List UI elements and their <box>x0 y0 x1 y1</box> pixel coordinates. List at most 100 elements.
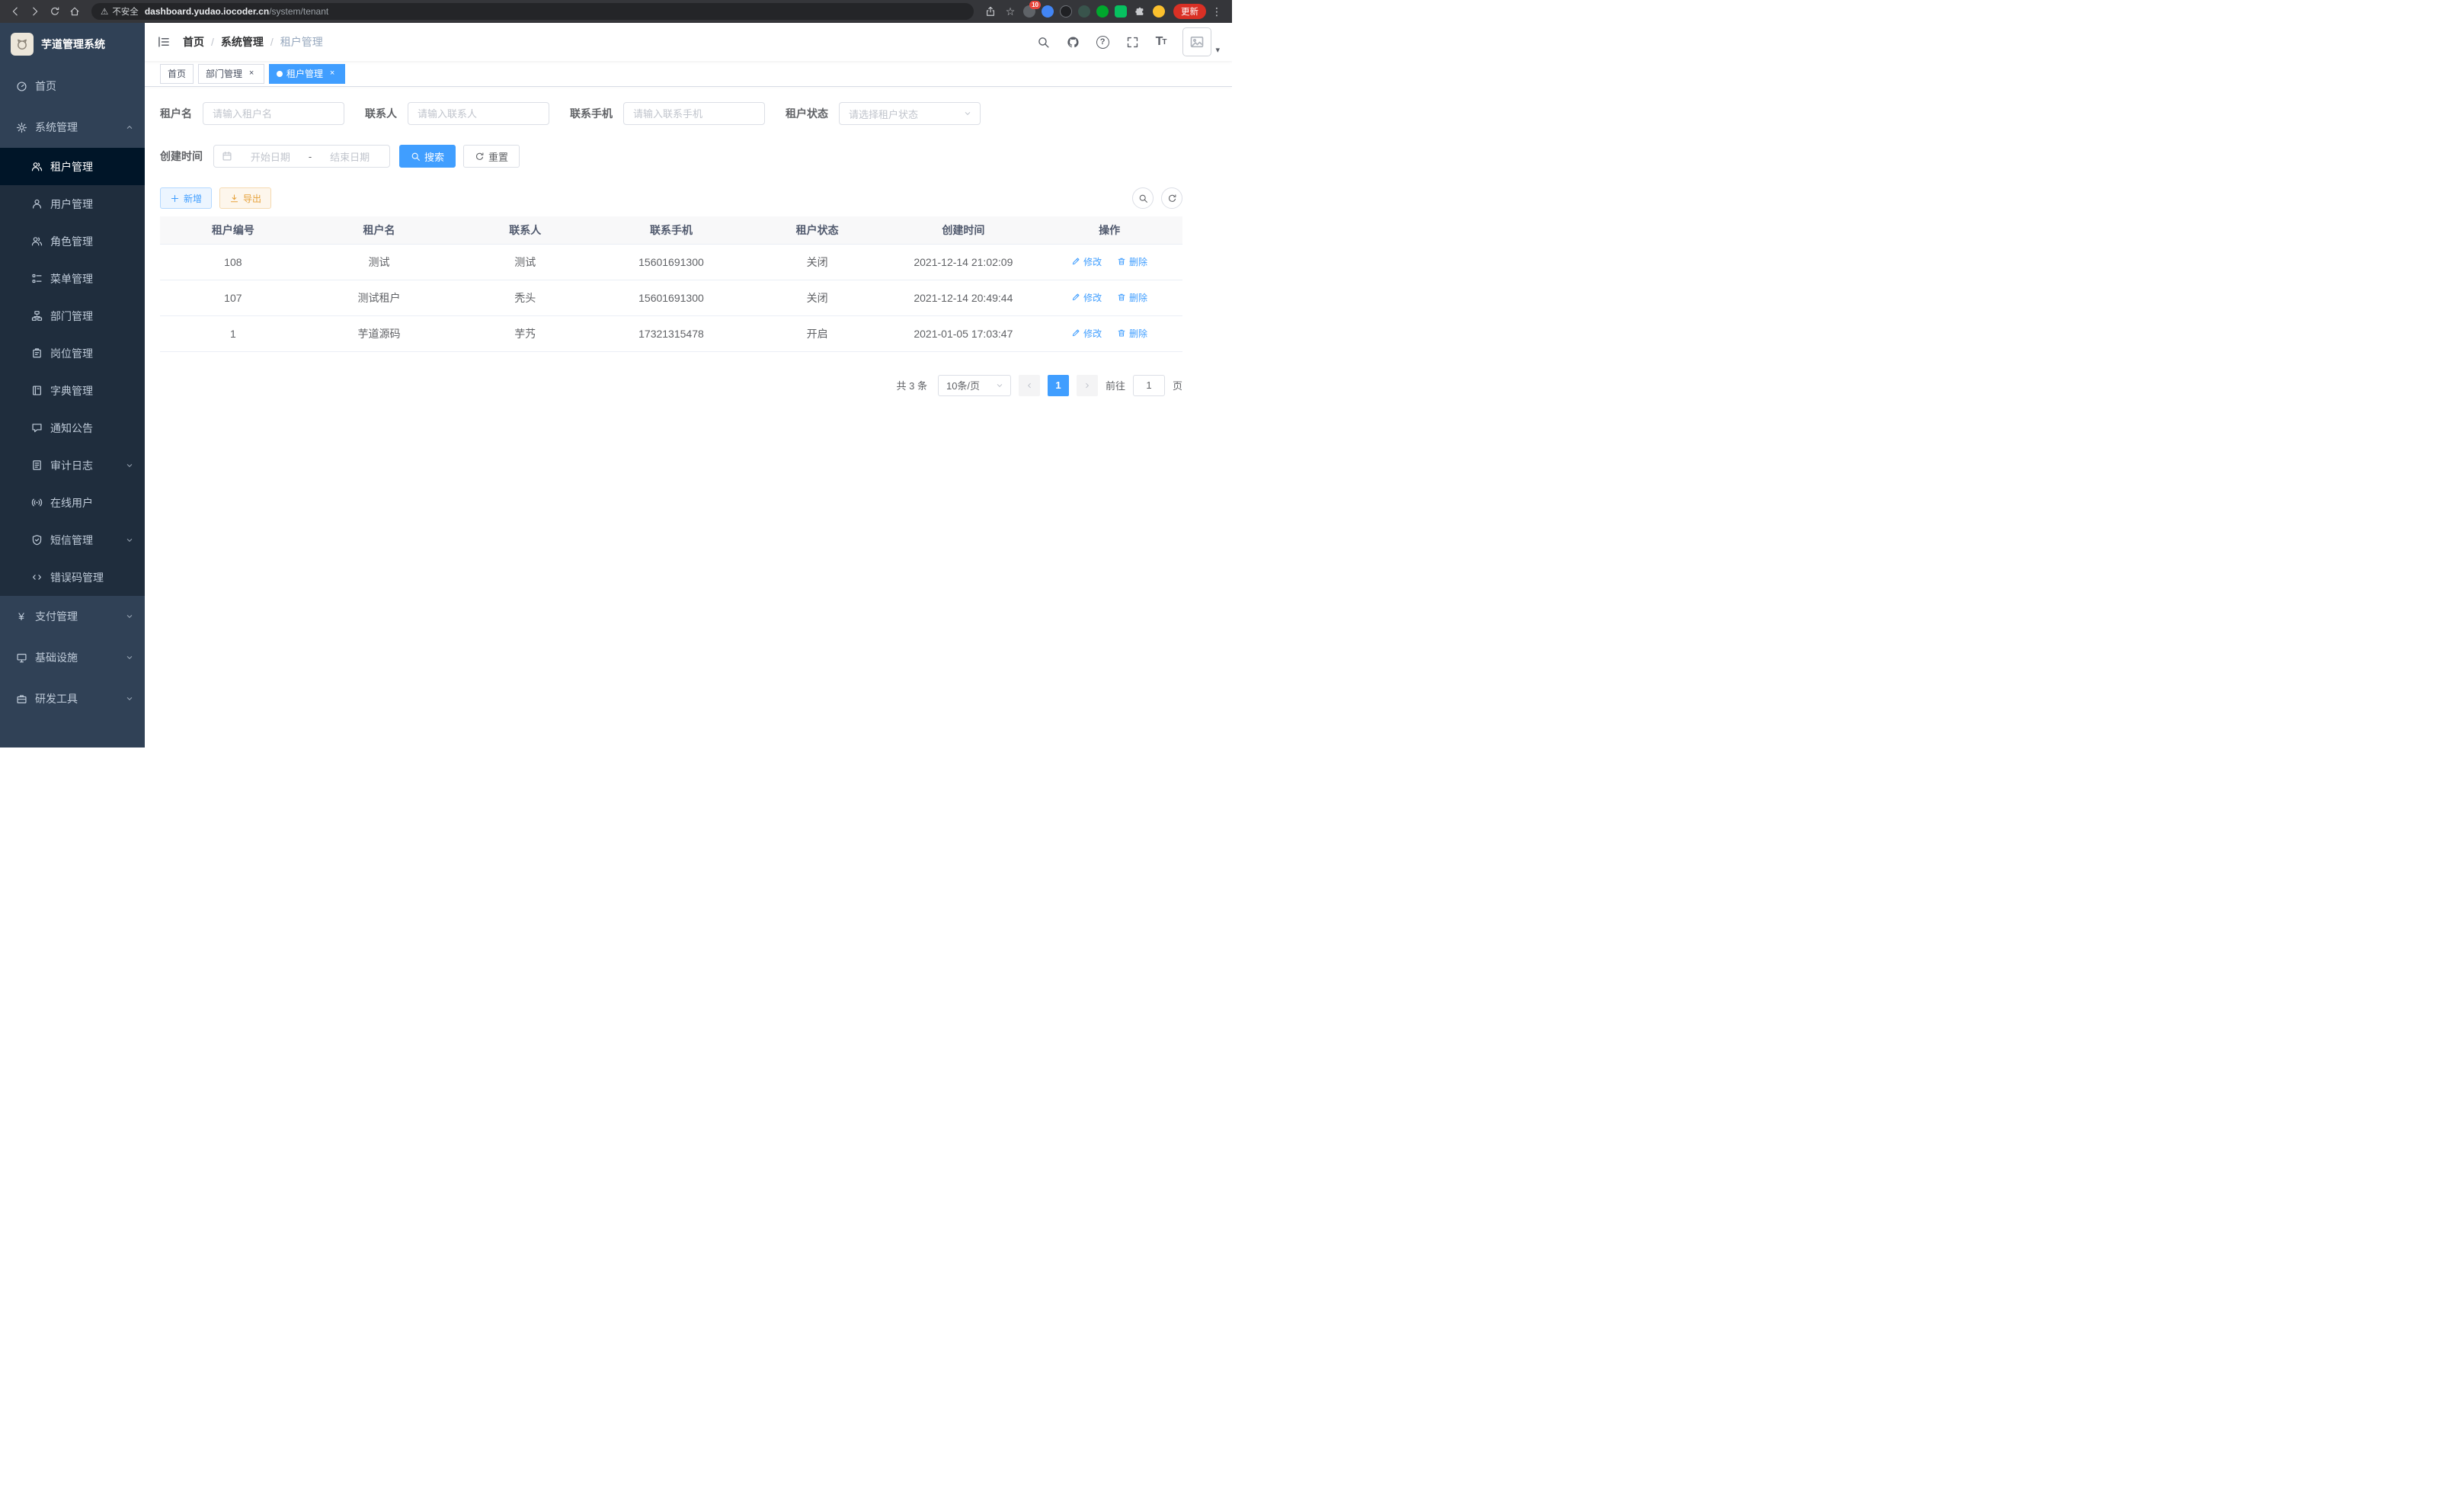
cell-contact: 芋艿 <box>452 315 598 351</box>
table-row: 107 测试租户 秃头 15601691300 关闭 2021-12-14 20… <box>160 280 1182 315</box>
forward-icon[interactable] <box>26 2 44 21</box>
edit-link[interactable]: 修改 <box>1071 291 1102 304</box>
back-icon[interactable] <box>6 2 24 21</box>
github-icon[interactable] <box>1067 36 1080 49</box>
sidebar-item-notice[interactable]: 通知公告 <box>0 409 145 447</box>
col-tenant-id: 租户编号 <box>160 216 306 244</box>
cell-tenant-name: 测试租户 <box>306 280 453 315</box>
sidebar-item-dept-management[interactable]: 部门管理 <box>0 297 145 335</box>
bookmark-star-icon[interactable]: ☆ <box>1001 2 1019 21</box>
export-button[interactable]: 导出 <box>219 187 271 209</box>
phone-input[interactable] <box>623 102 765 125</box>
help-icon[interactable]: ? <box>1096 36 1109 49</box>
extension-icon-green-circle[interactable] <box>1094 3 1111 20</box>
browser-profile-avatar[interactable] <box>1150 3 1167 20</box>
edit-link[interactable]: 修改 <box>1071 327 1102 340</box>
sidebar-item-dev-tools[interactable]: 研发工具 <box>0 678 145 719</box>
close-icon[interactable]: × <box>246 69 257 79</box>
refresh-icon <box>475 152 485 162</box>
tenant-status-select[interactable]: 请选择租户状态 <box>839 102 981 125</box>
search-icon[interactable] <box>1037 36 1050 49</box>
sidebar-item-user-management[interactable]: 用户管理 <box>0 185 145 222</box>
share-icon[interactable] <box>981 2 1000 21</box>
search-button[interactable]: 搜索 <box>399 145 456 168</box>
select-placeholder: 请选择租户状态 <box>849 107 918 121</box>
briefcase-icon <box>15 693 27 705</box>
extension-icon-blue[interactable] <box>1039 3 1056 20</box>
contact-input[interactable] <box>408 102 549 125</box>
sidebar-item-label: 租户管理 <box>50 159 93 174</box>
edit-link[interactable]: 修改 <box>1071 255 1102 268</box>
url-domain: dashboard.yudao.iocoder.cn <box>145 6 269 17</box>
kebab-menu-icon[interactable]: ⋮ <box>1208 2 1226 21</box>
sidebar-item-online-users[interactable]: 在线用户 <box>0 484 145 521</box>
add-button[interactable]: 新增 <box>160 187 212 209</box>
extensions-puzzle-icon[interactable] <box>1131 2 1149 21</box>
sidebar-item-tenant-management[interactable]: 租户管理 <box>0 148 145 185</box>
security-label: 不安全 <box>112 5 139 18</box>
create-time-range-picker[interactable]: 开始日期 - 结束日期 <box>213 145 390 168</box>
sidebar-item-home[interactable]: 首页 <box>0 66 145 107</box>
next-page-button[interactable] <box>1077 375 1098 396</box>
cell-actions: 修改 删除 <box>1036 244 1182 280</box>
system-submenu: 租户管理 用户管理 角色管理 菜单管理 <box>0 148 145 596</box>
address-bar[interactable]: ⚠ 不安全 dashboard.yudao.iocoder.cn/system/… <box>91 3 974 20</box>
page-number-1[interactable]: 1 <box>1048 375 1069 396</box>
sidebar-item-label: 岗位管理 <box>50 346 93 361</box>
tab-home[interactable]: 首页 <box>160 64 194 84</box>
extension-icon-olive[interactable] <box>1076 3 1093 20</box>
pagination: 共 3 条 10条/页 1 前往 页 <box>160 375 1182 396</box>
calendar-icon <box>222 151 232 162</box>
sidebar-item-menu-management[interactable]: 菜单管理 <box>0 260 145 297</box>
chevron-down-icon <box>995 381 1004 390</box>
sidebar-item-post-management[interactable]: 岗位管理 <box>0 335 145 372</box>
sidebar-fold-icon[interactable] <box>145 23 183 61</box>
reset-button[interactable]: 重置 <box>463 145 520 168</box>
sidebar-item-role-management[interactable]: 角色管理 <box>0 222 145 260</box>
user-icon <box>30 198 43 210</box>
refresh-table-button[interactable] <box>1161 187 1182 209</box>
sidebar-item-payment-management[interactable]: ¥ 支付管理 <box>0 596 145 637</box>
delete-link[interactable]: 删除 <box>1117 327 1147 340</box>
goto-page-input[interactable] <box>1133 375 1165 396</box>
sidebar-item-sms-management[interactable]: 短信管理 <box>0 521 145 559</box>
delete-link[interactable]: 删除 <box>1117 255 1147 268</box>
breadcrumb-home[interactable]: 首页 <box>183 34 204 50</box>
browser-home-icon[interactable] <box>66 2 84 21</box>
extension-icon-dark[interactable] <box>1058 3 1074 20</box>
sidebar-item-infrastructure[interactable]: 基础设施 <box>0 637 145 678</box>
chevron-up-icon <box>125 123 134 132</box>
delete-link[interactable]: 删除 <box>1117 291 1147 304</box>
extension-icon-green-square[interactable] <box>1112 3 1129 20</box>
page-size-select[interactable]: 10条/页 <box>938 375 1011 396</box>
cell-created: 2021-12-14 20:49:44 <box>891 280 1037 315</box>
toggle-search-button[interactable] <box>1132 187 1154 209</box>
breadcrumb-current: 租户管理 <box>280 34 323 50</box>
sidebar-item-dict-management[interactable]: 字典管理 <box>0 372 145 409</box>
update-button[interactable]: 更新 <box>1173 4 1206 19</box>
sidebar-item-label: 部门管理 <box>50 309 93 324</box>
sidebar-item-error-code-management[interactable]: 错误码管理 <box>0 559 145 596</box>
reload-icon[interactable] <box>46 2 64 21</box>
sidebar-item-audit-log[interactable]: 审计日志 <box>0 447 145 484</box>
refresh-icon <box>1167 194 1177 203</box>
browser-chrome: ⚠ 不安全 dashboard.yudao.iocoder.cn/system/… <box>0 0 1232 23</box>
sidebar-item-label: 系统管理 <box>35 120 78 135</box>
tab-dept-management[interactable]: 部门管理 × <box>198 64 264 84</box>
tab-tenant-management[interactable]: 租户管理 × <box>269 64 345 84</box>
breadcrumb-system[interactable]: 系统管理 <box>221 34 264 50</box>
fullscreen-icon[interactable] <box>1126 36 1139 49</box>
page-content: 租户名 联系人 联系手机 租户状态 请选择租户状态 <box>145 87 1232 748</box>
tab-label: 部门管理 <box>206 67 242 80</box>
sidebar-item-label: 用户管理 <box>50 197 93 212</box>
font-size-icon[interactable]: TT <box>1156 35 1166 49</box>
status-label: 租户状态 <box>786 106 828 121</box>
sidebar-item-system-management[interactable]: 系统管理 <box>0 107 145 148</box>
tenant-name-input[interactable] <box>203 102 344 125</box>
close-icon[interactable]: × <box>327 69 338 79</box>
prev-page-button[interactable] <box>1019 375 1040 396</box>
chevron-left-icon <box>1025 381 1034 390</box>
extension-icon-dots[interactable]: 10 <box>1021 3 1038 20</box>
app-logo[interactable]: 芋道管理系统 <box>0 23 145 66</box>
user-avatar[interactable]: ▾ <box>1182 27 1220 56</box>
